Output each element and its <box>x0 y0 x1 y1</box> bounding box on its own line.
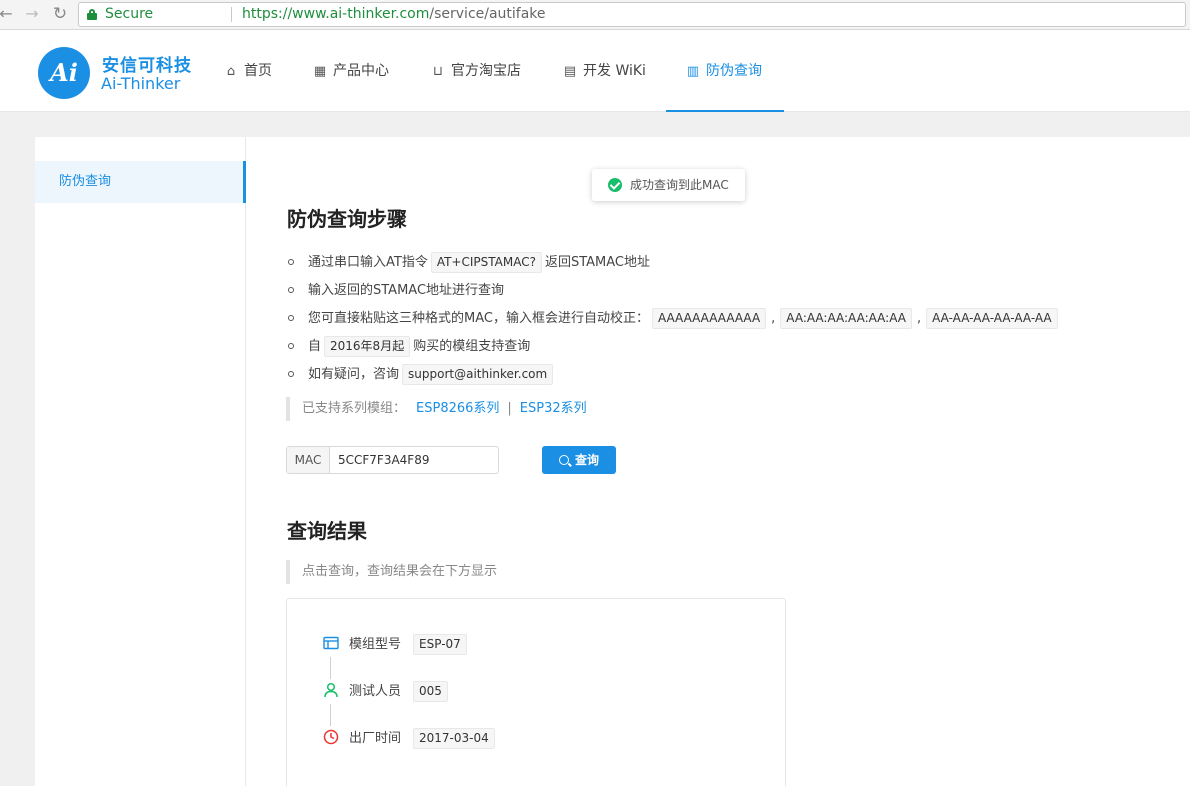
cart-icon: ⊔ <box>432 64 444 79</box>
logo-cn-text: 安信可科技 <box>102 56 192 76</box>
main-card: 防伪查询 防伪查询步骤 通过串口输入AT指令 AT+CIPSTAMAC? 返回STA… <box>35 137 1190 786</box>
nav-anti-fake[interactable]: ▥ 防伪查询 <box>686 30 762 112</box>
step-text: 购买的模组支持查询 <box>413 339 531 354</box>
code-date: 2016年8月起 <box>324 336 411 357</box>
query-button-label: 查询 <box>574 453 599 467</box>
step-text: 返回STAMAC地址 <box>544 255 651 270</box>
timeline-connector <box>330 657 331 679</box>
comma: , <box>916 311 922 326</box>
success-toast: 成功查询到此MAC <box>592 169 745 201</box>
nav-taobao[interactable]: ⊔ 官方淘宝店 <box>431 30 521 112</box>
browser-toolbar: ← → ↻ Secure https://www.ai-thinker.com/… <box>0 0 1190 30</box>
step-text: 自 <box>308 339 322 354</box>
barcode-icon: ▥ <box>686 64 700 79</box>
result-box: 模组型号 ESP-07 测试人员 005 出厂时间 2017-03-04 <box>286 598 786 786</box>
nav-products[interactable]: ▦ 产品中心 <box>313 30 389 112</box>
mac-input-group: MAC <box>286 446 499 474</box>
supported-series-note: 已支持系列模组： ESP8266系列 | ESP32系列 <box>286 397 587 421</box>
home-icon: ⌂ <box>226 64 236 79</box>
mac-input[interactable] <box>331 447 498 473</box>
site-header: Ai 安信可科技 Ai-Thinker ⌂ 首页 ▦ 产品中心 ⊔ 官方淘宝店 ▤ 开发… <box>0 30 1190 112</box>
url-host: https://www.ai-thinker.com <box>242 6 430 22</box>
result-value-module: ESP-07 <box>413 634 467 655</box>
code-mac-format-dash: AA-AA-AA-AA-AA-AA <box>926 308 1058 329</box>
step-text: 如有疑问，咨询 <box>308 367 400 382</box>
steps-title: 防伪查询步骤 <box>287 207 407 231</box>
sidebar: 防伪查询 <box>35 137 246 786</box>
result-row-date: 出厂时间 2017-03-04 <box>323 728 495 750</box>
nav-anti-fake-label: 防伪查询 <box>706 63 762 79</box>
step-text: 通过串口输入AT指令 <box>308 255 428 270</box>
ai-thinker-logo[interactable]: Ai <box>38 47 90 99</box>
step-item: 通过串口输入AT指令 AT+CIPSTAMAC? 返回STAMAC地址 <box>288 251 650 273</box>
nav-wiki-label: 开发 WiKi <box>583 63 646 79</box>
timeline-connector <box>330 704 331 726</box>
result-hint: 点击查询，查询结果会在下方显示 <box>286 560 497 584</box>
result-title: 查询结果 <box>287 519 367 543</box>
module-icon <box>323 635 339 651</box>
step-item: 输入返回的STAMAC地址进行查询 <box>288 279 504 298</box>
bullet <box>288 314 294 321</box>
nav-home-label: 首页 <box>244 63 272 79</box>
toast-message: 成功查询到此MAC <box>630 178 729 192</box>
result-label: 出厂时间 <box>349 731 402 746</box>
result-value-date: 2017-03-04 <box>413 728 495 749</box>
code-at-command: AT+CIPSTAMAC? <box>430 252 542 273</box>
comma: , <box>771 311 776 326</box>
address-bar[interactable]: Secure https://www.ai-thinker.com/servic… <box>78 2 1186 27</box>
lock-icon <box>87 9 97 20</box>
step-item: 自 2016年8月起 购买的模组支持查询 <box>288 335 530 357</box>
check-circle-icon <box>608 178 622 192</box>
link-separator: | <box>507 401 512 416</box>
supported-label: 已支持系列模组： <box>302 401 407 416</box>
code-mac-format-colon: AA:AA:AA:AA:AA:AA <box>780 308 912 329</box>
clock-icon <box>323 729 339 745</box>
url-text[interactable]: https://www.ai-thinker.com/service/autif… <box>242 3 546 26</box>
code-mac-format-plain: AAAAAAAAAAAA <box>651 308 767 329</box>
reload-icon[interactable]: ↻ <box>50 4 70 24</box>
result-value-tester: 005 <box>413 681 448 702</box>
result-row-tester: 测试人员 005 <box>323 681 448 703</box>
person-icon <box>323 682 339 698</box>
search-icon <box>558 454 569 465</box>
link-esp32[interactable]: ESP32系列 <box>520 401 587 416</box>
grid-icon: ▦ <box>313 64 327 79</box>
result-label: 测试人员 <box>349 684 402 699</box>
query-button[interactable]: 查询 <box>542 446 616 474</box>
result-label: 模组型号 <box>349 637 402 652</box>
secure-label: Secure <box>105 6 154 22</box>
nav-taobao-label: 官方淘宝店 <box>451 63 521 79</box>
step-text: 您可直接粘贴这三种格式的MAC，输入框会进行自动校正： <box>308 311 649 326</box>
nav-home[interactable]: ⌂ 首页 <box>224 30 272 112</box>
back-arrow-icon[interactable]: ← <box>0 4 16 24</box>
nav-wiki[interactable]: ▤ 开发 WiKi <box>563 30 646 112</box>
logo-en-text: Ai-Thinker <box>101 74 181 93</box>
result-row-module: 模组型号 ESP-07 <box>323 634 467 656</box>
mac-prefix-label: MAC <box>287 447 330 473</box>
sidebar-item-anti-fake[interactable]: 防伪查询 <box>35 161 246 203</box>
code-support-email: support@aithinker.com <box>402 364 554 385</box>
url-path: /service/autifake <box>429 6 546 22</box>
step-text: 输入返回的STAMAC地址进行查询 <box>308 283 505 298</box>
url-separator <box>231 7 232 22</box>
document-icon: ▤ <box>563 64 577 79</box>
bullet <box>288 342 294 349</box>
bullet <box>288 258 294 265</box>
bullet <box>288 370 294 377</box>
link-esp8266[interactable]: ESP8266系列 <box>416 401 499 416</box>
forward-arrow-icon[interactable]: → <box>22 4 42 24</box>
nav-products-label: 产品中心 <box>333 63 389 79</box>
nav-active-indicator <box>666 110 784 112</box>
step-item: 如有疑问，咨询 support@aithinker.com <box>288 363 556 385</box>
bullet <box>288 286 294 293</box>
step-item: 您可直接粘贴这三种格式的MAC，输入框会进行自动校正： AAAAAAAAAAAA,… <box>288 307 1061 329</box>
